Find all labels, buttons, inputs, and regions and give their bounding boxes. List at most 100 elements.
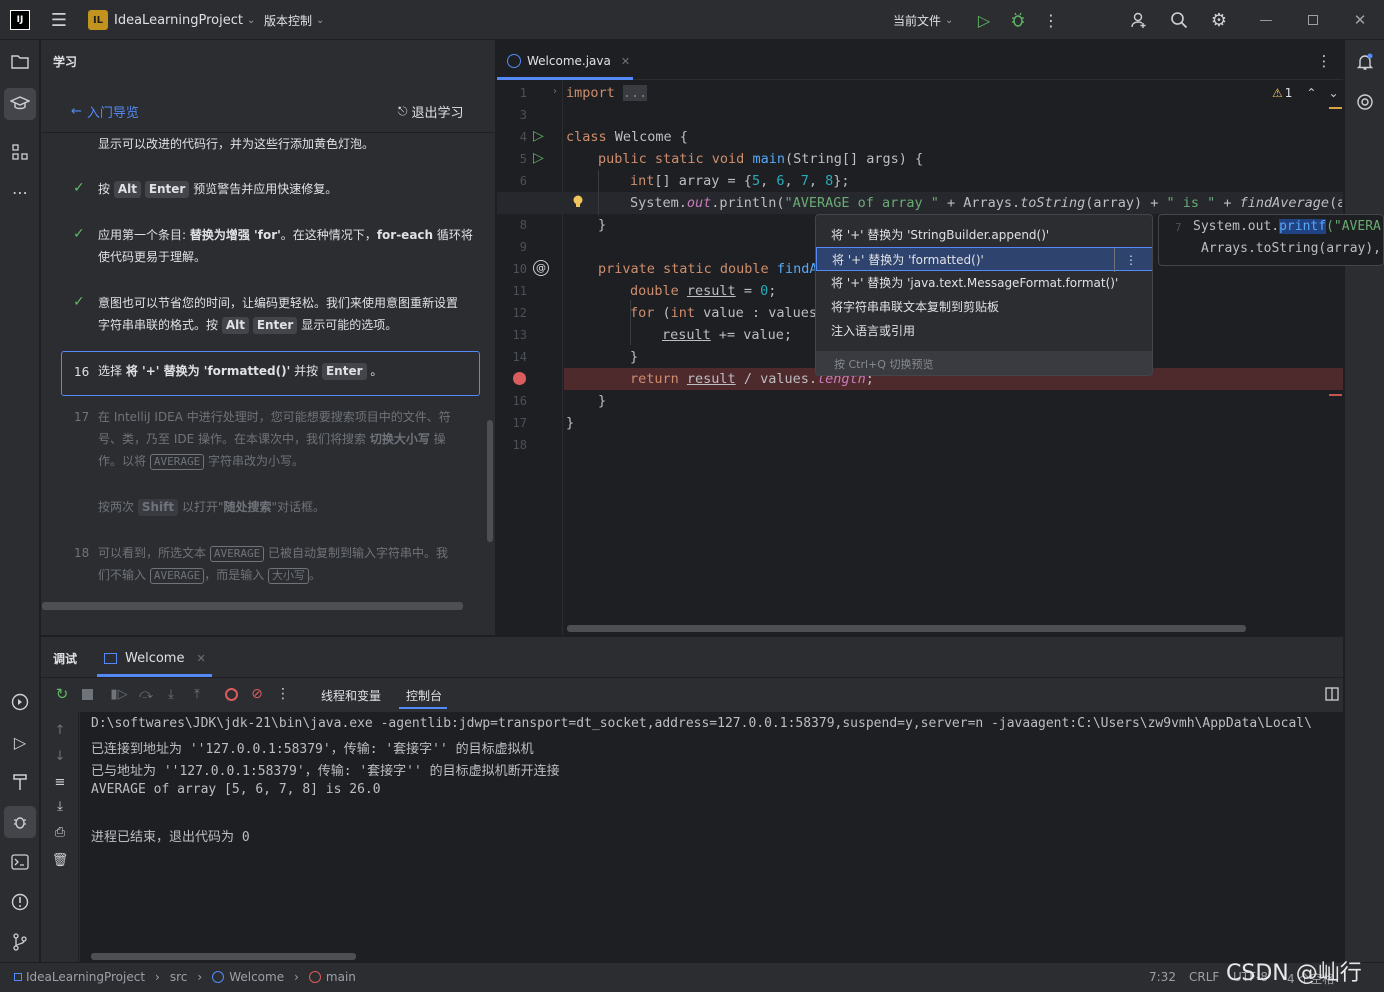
console-line: 已连接到地址为 ''127.0.0.1:58379'，传输: '套接字'' 的目… [91,742,534,757]
inspection-widget[interactable]: ⚠ 1 ⌃ ⌄ [1272,86,1339,100]
step-b-mid: 。在这种情况下， [280,228,377,242]
view-breakpoints-icon[interactable] [220,683,242,705]
exit-learning-button[interactable]: ⎋ 退出学习 [398,102,464,121]
close-tab-icon[interactable]: ✕ [621,55,630,68]
step-a-pre: 按 [98,182,111,196]
stop-icon[interactable] [76,683,98,705]
tab-threads-variables[interactable]: 线程和变量 [321,687,381,704]
close-tab-icon[interactable]: ✕ [196,652,205,665]
more-tools-icon[interactable]: ⋯ [8,180,32,204]
code-line-11: double result = 0; [630,283,777,299]
project-widget[interactable]: IL IdeaLearningProject ⌄ [88,10,255,30]
popup-item-formatted[interactable]: 将 '+' 替换为 'formatted()' ⋮ [816,247,1152,272]
settings-gear-icon[interactable]: ⚙ [1208,9,1230,31]
code-case: 大小写 [268,568,310,584]
code-line-8: } [598,217,607,233]
line-number: 9 [519,240,527,254]
soft-wrap-icon[interactable]: ≡ [49,771,71,793]
breadcrumb: IdeaLearningProject › src › Welcome › ma… [14,970,356,984]
print-icon[interactable]: ⎙ [49,821,71,843]
code-line-5: public static void main(String[] args) { [598,151,924,167]
run-icon[interactable]: ▷ [973,9,995,31]
main-menu-icon[interactable]: ☰ [48,9,70,31]
step-number-17: 17 [74,410,90,424]
override-at-icon[interactable]: @ [533,260,549,276]
pause-icon[interactable]: ⤼ [135,683,157,705]
arrow-left-icon: ← [71,104,82,119]
back-to-onboarding-link[interactable]: ← 入门导览 [71,102,139,121]
step16-bold: 将 '+' 替换为 'formatted()' [125,364,291,378]
add-user-icon[interactable] [1128,9,1150,31]
run-gutter-icon[interactable]: ▷ [533,150,544,166]
code-line-14: } [630,349,639,365]
editor-tab-welcome[interactable]: Welcome.java ✕ [507,50,630,72]
popup-item-inject-language[interactable]: 注入语言或引用 [816,319,1152,343]
debug-session-tab[interactable]: Welcome ✕ [104,647,206,669]
mute-breakpoints-icon[interactable]: ⊘ [246,683,268,705]
rerun-icon[interactable]: ↻ [51,683,73,705]
close-icon[interactable]: ✕ [1349,9,1371,31]
module-icon [14,973,22,981]
services-icon[interactable] [8,690,32,714]
editor-horizontal-scrollbar[interactable] [567,625,1246,632]
layout-icon[interactable] [1321,683,1343,705]
step-b-pre: 应用第一个条目: [98,228,187,242]
popup-item-stringbuilder[interactable]: 将 '+' 替换为 'StringBuilder.append()' [816,223,1152,247]
chevron-right-icon: › [294,970,299,984]
tab-console[interactable]: 控制台 [406,687,442,704]
breakpoint-icon[interactable] [513,372,526,385]
debug-icon[interactable] [1007,9,1029,31]
console-line: 进程已结束，退出代码为 0 [91,830,250,845]
step-c-post: 显示可能的选项。 [301,318,398,332]
breadcrumb-welcome[interactable]: Welcome [229,970,284,984]
learn-horizontal-scrollbar[interactable] [42,602,463,610]
run-config-widget[interactable]: 当前文件 ⌄ [893,10,953,30]
resume-icon[interactable]: ▮▷ [108,683,130,705]
scroll-to-end-icon[interactable]: ⤓ [49,795,71,817]
problems-icon[interactable] [8,890,32,914]
editor-more-icon[interactable]: ⋮ [1313,50,1335,72]
ai-assistant-icon[interactable] [1353,90,1377,114]
breadcrumb-main[interactable]: main [326,970,356,984]
project-folder-icon[interactable] [8,50,32,74]
step-out-icon[interactable]: ⤒ [186,683,208,705]
chevron-down-icon[interactable]: ⌄ [1328,86,1338,100]
git-branch-icon[interactable] [8,930,32,954]
line-number: 1 [519,86,527,100]
run-tool-icon[interactable]: ▷ [8,730,32,754]
line-separator[interactable]: CRLF [1189,970,1219,984]
learn-cap-icon[interactable] [4,88,36,120]
breadcrumb-project[interactable]: IdeaLearningProject [26,970,145,984]
scroll-up-icon[interactable]: ↑ [49,719,71,741]
trash-icon[interactable]: 🗑 [49,849,71,871]
build-hammer-icon[interactable] [8,770,32,794]
maximize-icon[interactable] [1302,9,1324,31]
search-icon[interactable] [1168,9,1190,31]
vcs-widget[interactable]: 版本控制 ⌄ [264,10,324,30]
learn-vertical-scrollbar[interactable] [487,420,493,542]
notifications-bell-icon[interactable] [1353,50,1377,74]
step-number-18: 18 [74,546,90,560]
popup-item-copy-concat[interactable]: 将字符串串联文本复制到剪贴板 [816,295,1152,319]
breadcrumb-src[interactable]: src [170,970,188,984]
chevron-up-icon[interactable]: ⌃ [1306,86,1316,100]
caret-position[interactable]: 7:32 [1149,970,1176,984]
scroll-down-icon[interactable]: ↓ [49,745,71,767]
console-horizontal-scrollbar[interactable] [91,953,356,960]
run-gutter-icon[interactable]: ▷ [533,128,544,144]
minimize-icon[interactable]: — [1255,9,1277,31]
step-over-icon[interactable]: ⤓ [160,683,182,705]
debug-more-icon[interactable]: ⋮ [272,683,294,705]
step-alt-enter: 按 Alt Enter 预览警告并应用快速修复。 [98,178,474,200]
active-tab-underline [497,77,633,80]
structure-icon[interactable] [8,140,32,164]
item-more-icon[interactable]: ⋮ [1114,248,1147,272]
title-bar: IJ ☰ IL IdeaLearningProject ⌄ 版本控制 ⌄ 当前文… [0,0,1384,40]
popup-item-messageformat[interactable]: 将 '+' 替换为 'java.text.MessageFormat.forma… [816,271,1152,295]
debug-tool-icon[interactable] [4,806,36,838]
fold-arrow-icon[interactable]: › [553,86,557,97]
terminal-icon[interactable] [8,850,32,874]
more-actions-icon[interactable]: ⋮ [1040,9,1062,31]
lightbulb-icon[interactable] [573,195,583,208]
intellij-logo-icon[interactable]: IJ [10,10,30,30]
